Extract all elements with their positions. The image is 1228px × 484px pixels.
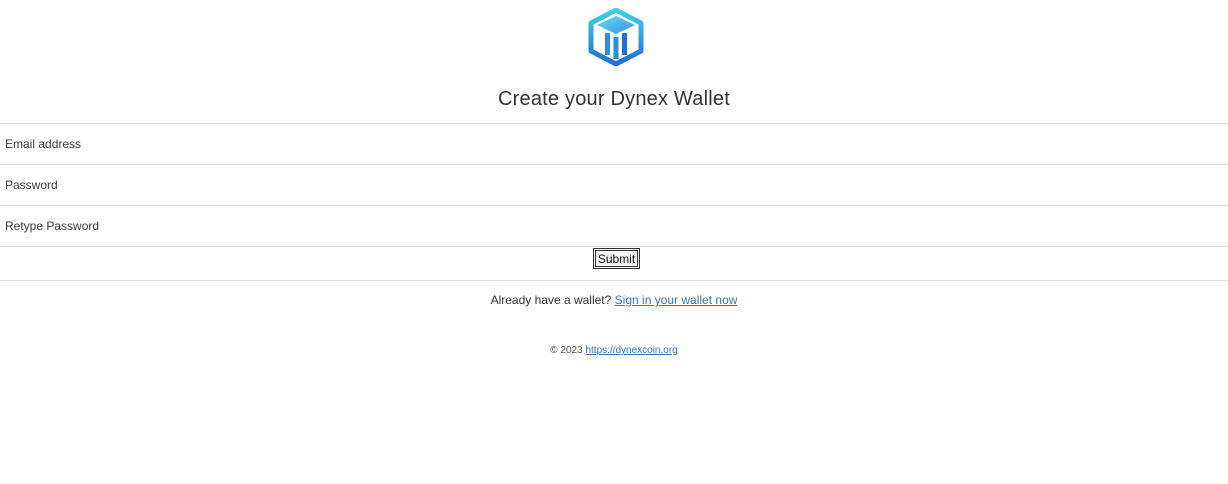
website-link[interactable]: https://dynexcoin.org	[585, 345, 677, 356]
retype-password-input[interactable]	[0, 205, 1228, 247]
email-input[interactable]	[0, 123, 1228, 165]
signup-form	[0, 123, 1228, 247]
page-title: Create your Dynex Wallet	[498, 88, 730, 110]
password-input[interactable]	[0, 164, 1228, 206]
submit-row: Submit	[0, 247, 1228, 281]
signin-link[interactable]: Sign in your wallet now	[615, 293, 738, 307]
copyright-text: © 2023	[550, 345, 583, 356]
signin-prompt: Already have a wallet? Sign in your wall…	[0, 293, 1228, 307]
wallet-signup-page: Create your Dynex Wallet Submit Already …	[0, 0, 1228, 484]
dynex-hexagon-logo-icon	[588, 8, 644, 66]
submit-button[interactable]: Submit	[593, 248, 640, 269]
signin-prompt-text: Already have a wallet?	[490, 293, 612, 307]
footer: © 2023 https://dynexcoin.org	[0, 345, 1228, 356]
